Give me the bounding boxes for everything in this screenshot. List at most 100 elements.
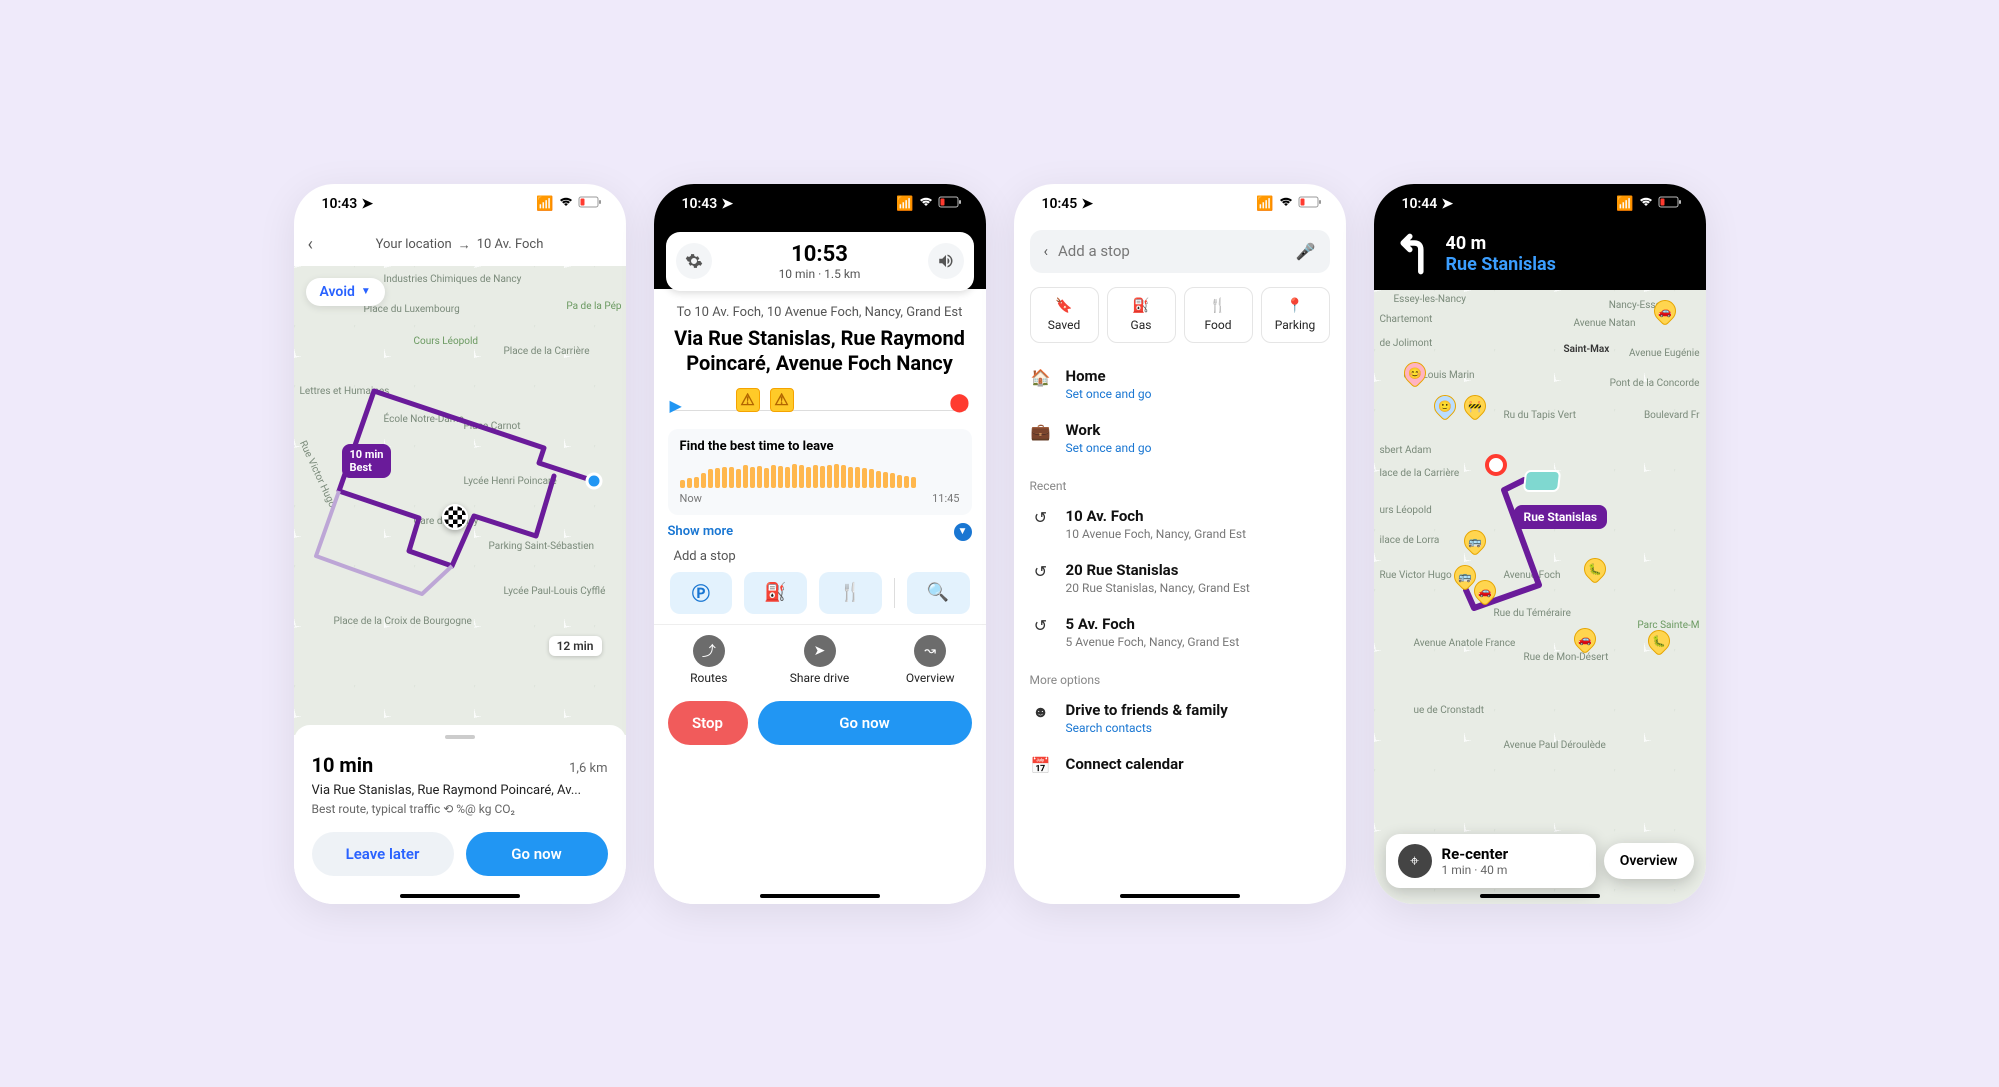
stop-food-button[interactable]: 🍴 [819, 572, 882, 614]
hazard-icon: ⚠ [736, 388, 760, 412]
destination-text: To 10 Av. Foch, 10 Avenue Foch, Nancy, G… [654, 305, 986, 320]
battery-low-icon [1298, 196, 1322, 212]
routes-button[interactable]: ⤴ Routes [654, 625, 765, 693]
nav-street: Rue Stanislas [1446, 254, 1556, 275]
home-indicator [1480, 894, 1600, 898]
route-summary-card[interactable]: 10 min 1,6 km Via Rue Stanislas, Rue Ray… [294, 725, 626, 904]
stop-button[interactable]: Stop [668, 701, 748, 745]
sound-button[interactable] [928, 243, 964, 279]
waze-icon: ☻ [1030, 702, 1052, 722]
chip-parking[interactable]: 📍 Parking [1261, 287, 1330, 343]
send-icon: ➤ [804, 635, 836, 667]
drag-handle[interactable] [445, 735, 475, 739]
stop-parking-button[interactable]: Ⓟ [670, 572, 733, 614]
drive-friends-row[interactable]: ☻ Drive to friends & family Search conta… [1030, 691, 1330, 745]
eta-header: 10:53 10 min · 1.5 km [666, 232, 974, 291]
hazard-icon: ⚠ [770, 388, 794, 412]
stop-gas-button[interactable]: ⛽ [744, 572, 807, 614]
recent-item[interactable]: ↺ 20 Rue Stanislas 20 Rue Stanislas, Nan… [1030, 551, 1330, 605]
map-view[interactable]: Industries Chimiques de Nancy Place du L… [294, 266, 626, 735]
status-time: 10:45 [1042, 196, 1078, 212]
settings-button[interactable] [676, 243, 712, 279]
destination-pin-icon: ⬤ [949, 392, 969, 413]
nav-distance: 40 m [1446, 233, 1556, 254]
show-more-button[interactable]: Show more ▼ [668, 523, 972, 541]
home-icon: 🏠 [1030, 368, 1052, 387]
nav-instruction[interactable]: 40 m Rue Stanislas [1374, 224, 1706, 290]
screen-route-preview: 10:43 ➤ 📶 ‹ Your location → 10 Av. Foch … [294, 184, 626, 904]
start-marker-icon: ▶ [670, 396, 682, 415]
location-arrow-icon: ➤ [721, 196, 733, 212]
compass-icon: ⌖ [1398, 844, 1432, 878]
chip-saved[interactable]: 🔖 Saved [1030, 287, 1099, 343]
work-row[interactable]: 💼 Work Set once and go [1030, 411, 1330, 465]
duration: 10 min [312, 753, 374, 777]
destination-flag-icon [442, 504, 468, 530]
overview-button[interactable]: ↝ Overview [875, 625, 986, 693]
home-indicator [400, 894, 520, 898]
avoid-button[interactable]: Avoid ▼ [306, 278, 385, 306]
alt-route-badge[interactable]: 12 min [549, 636, 602, 656]
location-arrow-icon: ➤ [1441, 196, 1453, 212]
recent-item[interactable]: ↺ 10 Av. Foch 10 Avenue Foch, Nancy, Gra… [1030, 497, 1330, 551]
cellular-icon: 📶 [1256, 196, 1273, 212]
go-now-button[interactable]: Go now [466, 832, 608, 876]
gear-icon [685, 252, 703, 270]
search-input[interactable]: ‹ Add a stop 🎤 [1030, 230, 1330, 273]
location-arrow-icon: ➤ [361, 196, 373, 212]
search-placeholder: Add a stop [1058, 242, 1286, 260]
speaker-icon [937, 252, 955, 270]
status-bar: 10:43 ➤ 📶 [654, 184, 986, 224]
turn-left-icon [1390, 232, 1434, 276]
distance: 1,6 km [569, 761, 607, 776]
share-drive-button[interactable]: ➤ Share drive [764, 625, 875, 693]
routes-icon: ⤴ [693, 635, 725, 667]
route-polyline [294, 266, 626, 696]
status-bar: 10:44 ➤ 📶 [1374, 184, 1706, 224]
cellular-icon: 📶 [896, 196, 913, 212]
current-street-badge: Rue Stanislas [1514, 505, 1608, 529]
recenter-card[interactable]: ⌖ Re-center 1 min · 40 m [1386, 834, 1596, 888]
status-time: 10:43 [682, 196, 718, 212]
status-time: 10:43 [322, 196, 358, 212]
traffic-bars [680, 462, 960, 488]
vehicle-icon [1522, 470, 1560, 492]
category-chips: 🔖 Saved ⛽ Gas 🍴 Food 📍 Parking [1030, 287, 1330, 343]
best-time-card[interactable]: Find the best time to leave [668, 429, 972, 515]
fork-knife-icon: 🍴 [1187, 298, 1250, 314]
via-text: Via Rue Stanislas, Rue Raymond Poincaré,… [312, 783, 608, 798]
bookmark-icon: 🔖 [1033, 298, 1096, 314]
clock-icon: ↺ [1030, 616, 1052, 635]
briefcase-icon: 💼 [1030, 422, 1052, 441]
battery-low-icon [1658, 196, 1682, 212]
connect-calendar-row[interactable]: 📅 Connect calendar [1030, 745, 1330, 785]
map-view[interactable]: Essey-les-Nancy Chartemont de Jolimont S… [1374, 290, 1706, 904]
parking-icon: Ⓟ [692, 580, 710, 606]
from-label: Your location [376, 237, 452, 252]
now-label: Now [680, 492, 702, 505]
back-button[interactable]: ‹ [308, 234, 313, 255]
eta-time: 10:53 [712, 242, 928, 267]
status-time: 10:44 [1402, 196, 1438, 212]
go-now-button[interactable]: Go now [758, 701, 972, 745]
gas-icon: ⛽ [764, 582, 786, 603]
home-indicator [1120, 894, 1240, 898]
chip-food[interactable]: 🍴 Food [1184, 287, 1253, 343]
mic-icon: 🎤 [1296, 242, 1316, 261]
home-row[interactable]: 🏠 Home Set once and go [1030, 357, 1330, 411]
recent-item[interactable]: ↺ 5 Av. Foch 5 Avenue Foch, Nancy, Grand… [1030, 605, 1330, 659]
status-bar: 10:45 ➤ 📶 [1014, 184, 1346, 224]
stop-search-button[interactable]: 🔍 [907, 572, 970, 614]
overview-button[interactable]: Overview [1604, 843, 1694, 879]
best-route-badge[interactable]: 10 min Best [342, 444, 392, 478]
battery-low-icon [938, 196, 962, 212]
route-header: ‹ Your location → 10 Av. Foch [294, 224, 626, 266]
clock-icon: ↺ [1030, 508, 1052, 527]
chevron-left-icon: ‹ [1044, 242, 1049, 260]
chip-gas[interactable]: ⛽ Gas [1107, 287, 1176, 343]
overview-icon: ↝ [914, 635, 946, 667]
clock-icon: ↺ [1030, 562, 1052, 581]
eta-sub: 10 min · 1.5 km [712, 267, 928, 281]
later-label: 11:45 [932, 492, 959, 505]
leave-later-button[interactable]: Leave later [312, 832, 454, 876]
